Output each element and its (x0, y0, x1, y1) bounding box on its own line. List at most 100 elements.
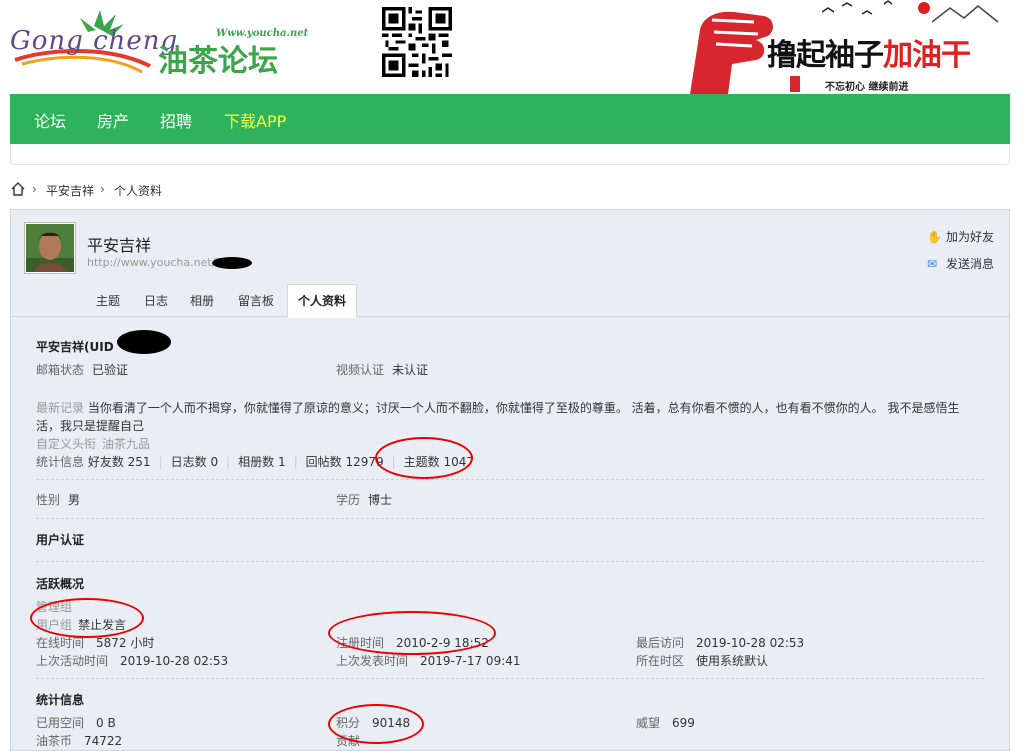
send-message-label: 发送消息 (945, 257, 994, 271)
home-icon[interactable] (10, 181, 26, 197)
envelope-icon: ✉ (926, 257, 938, 271)
separator: | (158, 455, 163, 469)
tab-threads[interactable]: 主题 (96, 292, 120, 309)
last-visit-label: 最后访问 (636, 636, 685, 650)
prestige-label: 威望 (636, 716, 661, 730)
annotation-circle (328, 704, 424, 744)
custom-title-label: 自定义头衔 (36, 437, 97, 451)
prestige-value: 699 (672, 716, 695, 730)
stat-blogs[interactable]: 日志数 0 (171, 455, 218, 469)
stats-label: 统计信息 (36, 455, 85, 469)
divider (36, 678, 984, 679)
user-auth-title: 用户认证 (36, 533, 85, 547)
breadcrumb-current: 个人资料 (114, 184, 163, 198)
fist-icon (690, 11, 773, 94)
avatar-photo (26, 224, 74, 272)
latest-record-text-2: 活，我只是提醒自己 (36, 419, 145, 433)
uid-line: 平安吉祥(UID (36, 340, 114, 354)
last-post-label: 上次发表时间 (336, 654, 409, 668)
last-visit-value: 2019-10-28 02:53 (696, 636, 805, 650)
site-logo[interactable]: Gong cheng Www.youcha.net 油茶论坛 (10, 8, 308, 79)
separator: | (293, 455, 298, 469)
seal-stamp (790, 76, 800, 92)
tab-blog[interactable]: 日志 (144, 292, 168, 309)
profile-username: 平安吉祥 (87, 236, 152, 255)
email-status-value: 已验证 (92, 363, 129, 377)
divider (36, 561, 984, 562)
slogan-subtitle: 不忘初心 继续前进 (825, 82, 909, 93)
nav-item-download-app[interactable]: 下载APP (224, 108, 286, 132)
region-value: 使用系统默认 (696, 654, 769, 668)
nav-item-forum[interactable]: 论坛 (34, 108, 66, 132)
birds-mountain-icon (822, 0, 999, 23)
region: 所在时区 使用系统默认 (636, 652, 768, 669)
used-space-label: 已用空间 (36, 716, 85, 730)
redaction-mark (117, 330, 171, 354)
video-auth-label: 视频认证 (336, 363, 385, 377)
tab-guestbook[interactable]: 留言板 (238, 292, 274, 309)
activity-title: 活跃概况 (36, 577, 85, 591)
chevron-right-icon: › (32, 182, 37, 196)
breadcrumb-user[interactable]: 平安吉祥 (46, 182, 94, 199)
gender: 性别男 (36, 491, 80, 508)
region-label: 所在时区 (636, 654, 685, 668)
online-time-label: 在线时间 (36, 636, 85, 650)
video-auth-value: 未认证 (392, 363, 429, 377)
separator: | (226, 455, 231, 469)
stat-albums[interactable]: 相册数 1 (238, 455, 285, 469)
gender-label: 性别 (36, 493, 61, 507)
email-status-label: 邮箱状态 (36, 363, 85, 377)
redaction-mark (212, 257, 252, 269)
logo-chinese: 油茶论坛 (158, 44, 278, 79)
stat-friends[interactable]: 好友数 251 (88, 455, 151, 469)
qr-code-icon (382, 7, 452, 77)
stats-title: 统计信息 (36, 693, 85, 707)
add-friend-label: 加为好友 (945, 230, 994, 244)
oil-tea-label: 油茶币 (36, 734, 73, 748)
education: 学历 博士 (336, 491, 392, 508)
stat-replies[interactable]: 回帖数 12979 (306, 455, 384, 469)
latest-record-text: 当你看清了一个人而不揭穿，你就懂得了原谅的意义；讨厌一个人而不翻脸，你就懂得了至… (87, 401, 960, 415)
avatar[interactable] (24, 222, 76, 274)
prestige: 威望 699 (636, 714, 695, 731)
last-activity-label: 上次活动时间 (36, 654, 109, 668)
used-space-value: 0 B (96, 716, 116, 730)
subnav-bar (10, 144, 1010, 165)
annotation-circle (375, 437, 473, 479)
oil-tea-value: 74722 (84, 734, 123, 748)
tab-album[interactable]: 相册 (190, 292, 214, 309)
profile-tabs: 主题 日志 相册 留言板 个人资料 (11, 284, 1009, 318)
divider (36, 518, 984, 519)
main-nav: 论坛 房产 招聘 下载APP (10, 94, 1010, 144)
tab-profile[interactable]: 个人资料 (287, 284, 358, 318)
nav-item-jobs[interactable]: 招聘 (160, 108, 192, 132)
last-activity: 上次活动时间 2019-10-28 02:53 (36, 652, 228, 669)
divider (36, 479, 984, 480)
custom-title: 自定义头衔 油茶九品 (36, 435, 150, 452)
slogan-text: 撸起袖子加油干 (767, 30, 971, 74)
logo-english: Gong cheng (10, 26, 179, 56)
video-auth: 视频认证 未认证 (336, 361, 428, 378)
nav-item-house[interactable]: 房产 (97, 108, 129, 132)
email-status: 邮箱状态 已验证 (36, 361, 128, 378)
profile-url[interactable]: http://www.youcha.net/? (87, 256, 221, 269)
send-message-button[interactable]: ✉ 发送消息 (927, 255, 994, 272)
profile-panel: 平安吉祥 http://www.youcha.net/? ✋ 加为好友 ✉ 发送消息… (10, 209, 1010, 751)
latest-record: 最新记录 当你看清了一个人而不揭穿，你就懂得了原谅的意义；讨厌一个人而不翻脸，你… (36, 399, 971, 435)
annotation-circle (30, 598, 144, 638)
site-header: Gong cheng Www.youcha.net 油茶论坛 撸起袖子加油干 不… (0, 0, 1026, 94)
last-post-value: 2019-7-17 09:41 (420, 654, 521, 668)
latest-record-label: 最新记录 (36, 401, 85, 415)
used-space: 已用空间 0 B (36, 714, 116, 731)
last-visit: 最后访问 2019-10-28 02:53 (636, 634, 804, 651)
online-time-value: 5872 小时 (96, 636, 155, 650)
oil-tea-coins: 油茶币 74722 (36, 732, 122, 749)
education-value: 博士 (368, 493, 393, 507)
add-friend-button[interactable]: ✋ 加为好友 (927, 228, 994, 245)
slogan-black: 撸起袖子 (767, 38, 884, 73)
gender-value: 男 (68, 493, 81, 507)
last-activity-value: 2019-10-28 02:53 (120, 654, 229, 668)
slogan-banner: 撸起袖子加油干 不忘初心 继续前进 (672, 0, 1014, 94)
slogan-red: 加油干 (883, 38, 971, 73)
chevron-right-icon: › (100, 182, 105, 196)
